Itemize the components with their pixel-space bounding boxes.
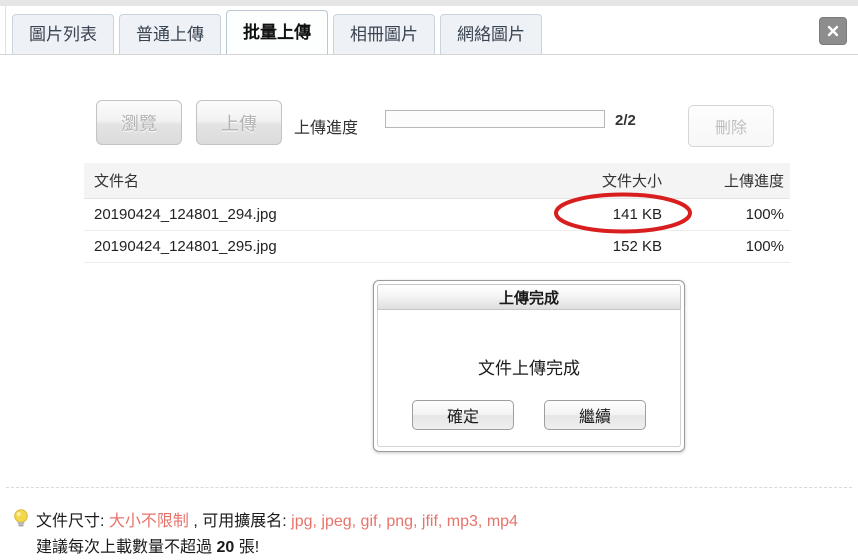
tab-image-list[interactable]: 圖片列表 [12, 14, 114, 54]
tab-list: 圖片列表 普通上傳 批量上傳 相冊圖片 網絡圖片 [12, 10, 547, 54]
file-table: 文件名 文件大小 上傳進度 20190424_124801_294.jpg 14… [84, 163, 790, 263]
tab-label: 網絡圖片 [457, 25, 525, 44]
footer-extensions: jpg, jpeg, gif, png, jfif, mp3, mp4 [291, 513, 518, 530]
cell-filesize: 152 KB [612, 238, 662, 255]
tab-bar: 圖片列表 普通上傳 批量上傳 相冊圖片 網絡圖片 [0, 10, 858, 54]
tab-normal-upload[interactable]: 普通上傳 [119, 14, 221, 54]
tab-label: 普通上傳 [136, 25, 204, 44]
progress-count: 2/2 [615, 112, 636, 129]
upload-button-label: 上傳 [221, 113, 257, 134]
dialog-button-row: 確定 繼續 [378, 400, 680, 430]
dialog-title: 上傳完成 [377, 284, 681, 310]
footer-max-count: 20 [216, 539, 235, 556]
footer-line-2: 建議每次上載數量不超過 20 張! [36, 533, 259, 557]
cell-progress: 100% [745, 238, 784, 255]
delete-button-label: 刪除 [714, 120, 747, 137]
table-row[interactable]: 20190424_124801_294.jpg 141 KB 100% [84, 199, 790, 231]
delete-button[interactable]: 刪除 [688, 105, 774, 147]
column-header-filesize: 文件大小 [601, 173, 662, 190]
browse-button-label: 瀏覽 [121, 113, 157, 134]
column-header-progress: 上傳進度 [723, 173, 784, 190]
column-header-filename: 文件名 [94, 173, 140, 190]
lightbulb-icon [14, 509, 28, 527]
dialog-continue-button[interactable]: 繼續 [544, 400, 646, 430]
tab-label: 圖片列表 [29, 25, 97, 44]
tab-album-image[interactable]: 相冊圖片 [333, 14, 435, 54]
footer-count-prefix: 建議每次上載數量不超過 [36, 539, 217, 556]
footer-line-1: 文件尺寸: 大小不限制 , 可用擴展名: jpg, jpeg, gif, png… [36, 507, 518, 531]
cell-filename: 20190424_124801_294.jpg [94, 206, 277, 223]
upload-toolbar: 瀏覽 上傳 上傳進度 2/2 刪除 [0, 92, 858, 152]
upload-button[interactable]: 上傳 [196, 100, 282, 145]
close-button[interactable] [819, 17, 847, 45]
dialog-body: 文件上傳完成 確定 繼續 [377, 310, 681, 447]
footer-divider [6, 487, 852, 488]
upload-progress-bar [385, 110, 605, 128]
tab-bar-divider [0, 54, 858, 55]
cell-filename: 20190424_124801_295.jpg [94, 238, 277, 255]
upload-complete-dialog: 上傳完成 文件上傳完成 確定 繼續 [373, 280, 685, 452]
footer-size-limit: 大小不限制 [108, 513, 189, 530]
footer-middle-text: , 可用擴展名: [188, 513, 292, 530]
cell-progress: 100% [745, 206, 784, 223]
tab-label: 批量上傳 [243, 23, 311, 42]
close-icon [827, 25, 839, 37]
tab-network-image[interactable]: 網絡圖片 [440, 14, 542, 54]
table-header-row: 文件名 文件大小 上傳進度 [84, 163, 790, 199]
footer-count-suffix: 張! [234, 539, 260, 556]
window-top-strip [0, 0, 858, 6]
progress-label: 上傳進度 [294, 120, 359, 137]
dialog-confirm-button[interactable]: 確定 [412, 400, 514, 430]
footer-size-prefix: 文件尺寸: [36, 513, 109, 530]
browse-button[interactable]: 瀏覽 [96, 100, 182, 145]
tab-label: 相冊圖片 [350, 25, 418, 44]
table-row[interactable]: 20190424_124801_295.jpg 152 KB 100% [84, 231, 790, 263]
tab-batch-upload[interactable]: 批量上傳 [226, 10, 328, 54]
dialog-confirm-label: 確定 [446, 409, 479, 426]
dialog-continue-label: 繼續 [578, 409, 611, 426]
dialog-message: 文件上傳完成 [478, 359, 580, 378]
cell-filesize: 141 KB [612, 206, 662, 223]
